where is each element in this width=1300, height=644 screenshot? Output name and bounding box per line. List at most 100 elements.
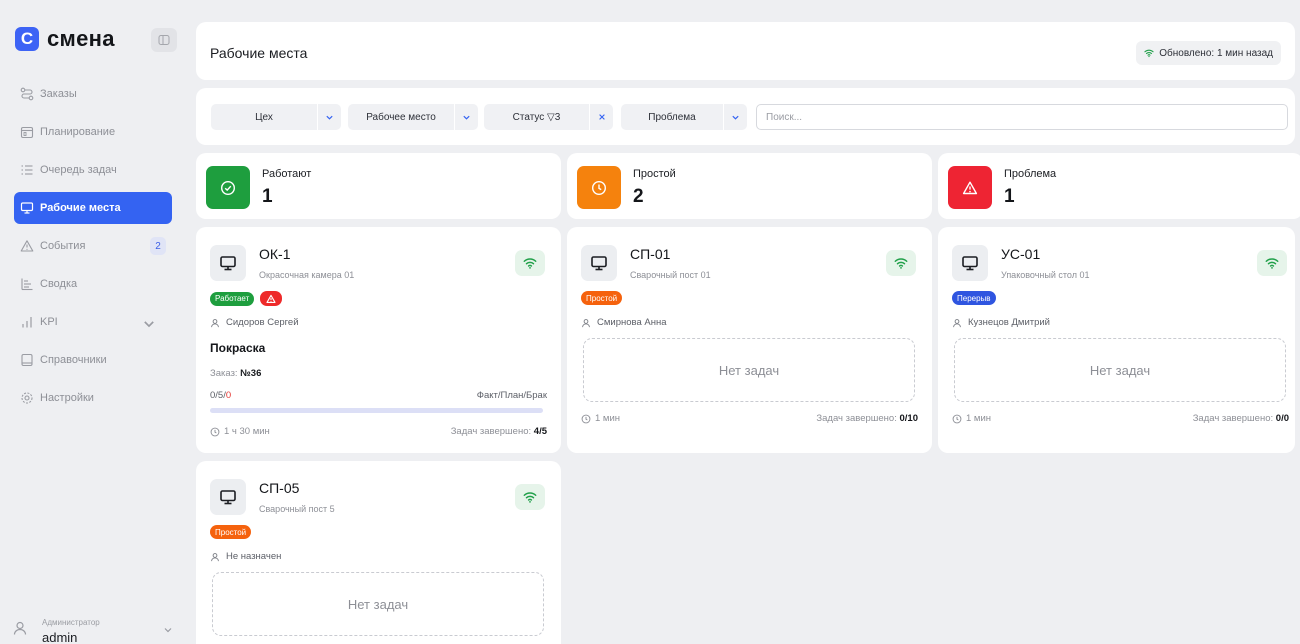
sidebar-item-references[interactable]: Справочники: [14, 344, 172, 376]
workplace-card[interactable]: УС-01 Упаковочный стол 01 Перерыв Кузнец…: [938, 227, 1295, 453]
problem-filter: Проблема: [621, 104, 747, 130]
status-badges: Простой: [581, 291, 623, 305]
monitor-icon: [220, 256, 236, 271]
operator-name: Кузнецов Дмитрий: [968, 317, 1050, 328]
no-tasks-placeholder: Нет задач: [954, 338, 1286, 402]
check-circle-icon: [220, 180, 236, 195]
workplace-dropdown-button[interactable]: [454, 104, 478, 130]
workplace-card[interactable]: СП-05 Сварочный пост 5 Простой Не назнач…: [196, 461, 561, 644]
sidebar-item-planning[interactable]: Планирование: [14, 116, 172, 148]
stat-idle-icon-box: [577, 166, 621, 209]
status-badges: Простой: [210, 525, 252, 539]
stat-problem[interactable]: Проблема 1: [938, 153, 1300, 219]
workplace-card[interactable]: СП-01 Сварочный пост 01 Простой Смирнова…: [567, 227, 932, 453]
operator-name: Сидоров Сергей: [226, 317, 299, 328]
workplace-name: СП-01: [630, 246, 671, 262]
workplace-card[interactable]: ОК-1 Окрасочная камера 01 Работает Сидор…: [196, 227, 561, 453]
sidebar-item-kpi[interactable]: KPI: [14, 306, 172, 338]
stat-value: 1: [262, 186, 273, 207]
collapse-sidebar-button[interactable]: [151, 28, 177, 52]
problem-badge[interactable]: [260, 291, 283, 306]
chevron-down-icon: [144, 321, 154, 328]
user-name: admin: [42, 630, 78, 644]
tasks-completed: Задач завершено: 4/5: [451, 426, 547, 437]
sidebar-item-events[interactable]: События 2: [14, 230, 172, 262]
monitor-icon: [220, 490, 236, 505]
monitor-icon: [591, 256, 607, 271]
clock-icon: [210, 427, 220, 436]
status-badge: Простой: [581, 291, 623, 305]
stat-working[interactable]: Работают 1: [196, 153, 561, 219]
tasks-completed: Задач завершено: 0/10: [816, 413, 918, 424]
search-input[interactable]: Поиск...: [756, 104, 1288, 130]
status-select[interactable]: Статус ▽3: [484, 104, 589, 130]
operator-name: Смирнова Анна: [597, 317, 667, 328]
no-tasks-placeholder: Нет задач: [212, 572, 544, 636]
sidebar-item-label: Настройки: [40, 392, 94, 404]
sidebar-toggle-icon: [158, 35, 170, 45]
wifi-icon: [1265, 258, 1279, 269]
clear-status-button[interactable]: [589, 104, 613, 130]
stat-label: Простой: [633, 168, 676, 180]
sidebar-item-task-queue[interactable]: Очередь задач: [14, 154, 172, 186]
user-role: Администратор: [42, 618, 100, 627]
current-task: Покраска: [210, 341, 266, 355]
user-menu[interactable]: Администратор admin: [12, 614, 172, 644]
workplace-description: Упаковочный стол 01: [1001, 270, 1090, 280]
chevron-down-icon: [463, 115, 470, 120]
workplace-select[interactable]: Рабочее место: [348, 104, 454, 130]
problem-dropdown-button[interactable]: [723, 104, 747, 130]
events-count-badge: 2: [150, 237, 166, 255]
workplace-name: ОК-1: [259, 246, 291, 262]
workplace-icon-box: [952, 245, 988, 281]
warning-icon: [20, 240, 34, 252]
wifi-icon: [1144, 49, 1154, 58]
tasks-completed-value: 0/10: [899, 413, 919, 424]
stat-working-icon-box: [206, 166, 250, 209]
elapsed-time-value: 1 мин: [595, 413, 621, 424]
operator: Не назначен: [210, 551, 281, 562]
clock-icon: [581, 414, 591, 423]
chart-icon: [21, 278, 33, 291]
shop-select[interactable]: Цех: [211, 104, 317, 130]
tasks-completed: Задач завершено: 0/0: [1193, 413, 1289, 424]
fact-plan-defect-label: Факт/План/Брак: [476, 390, 547, 401]
sidebar-item-settings[interactable]: Настройки: [14, 382, 172, 414]
updated-text: Обновлено: 1 мин назад: [1159, 47, 1273, 59]
workplace-description: Окрасочная камера 01: [259, 270, 355, 280]
wifi-icon: [523, 492, 537, 503]
sidebar-item-label: События: [40, 240, 86, 252]
clock-icon: [952, 414, 962, 423]
warning-icon: [962, 181, 978, 194]
app-logo[interactable]: C смена: [15, 26, 115, 52]
elapsed-time: 1 мин: [581, 413, 620, 424]
sidebar-item-orders[interactable]: Заказы: [14, 78, 172, 110]
workplace-description: Сварочный пост 01: [630, 270, 711, 280]
status-badge: Простой: [210, 525, 252, 539]
elapsed-time-value: 1 мин: [966, 413, 992, 424]
route-icon: [20, 87, 34, 101]
wifi-icon: [523, 258, 537, 269]
tasks-completed-label: Задач завершено:: [450, 426, 532, 437]
sidebar-item-workplaces[interactable]: Рабочие места: [14, 192, 172, 224]
progress-bar: [210, 408, 543, 413]
book-icon: [21, 353, 33, 367]
defect-value: 0: [225, 390, 232, 401]
shop-dropdown-button[interactable]: [317, 104, 341, 130]
sidebar: C смена Заказы Планирование Очередь зада…: [0, 0, 186, 644]
problem-select[interactable]: Проблема: [621, 104, 723, 130]
workplace-filter: Рабочее место: [348, 104, 478, 130]
list-icon: [21, 165, 33, 175]
workplace-icon-box: [210, 245, 246, 281]
stat-idle[interactable]: Простой 2: [567, 153, 932, 219]
sidebar-item-label: Планирование: [40, 126, 116, 138]
wifi-icon: [894, 258, 908, 269]
sidebar-item-summary[interactable]: Сводка: [14, 268, 172, 300]
tasks-completed-value: 4/5: [533, 426, 547, 437]
user-icon: [13, 621, 27, 635]
updated-status: Обновлено: 1 мин назад: [1136, 41, 1281, 65]
stat-value: 1: [1004, 186, 1015, 207]
status-badge: Работает: [210, 291, 255, 306]
sidebar-item-label: Очередь задач: [40, 164, 117, 176]
elapsed-time: 1 мин: [952, 413, 991, 424]
